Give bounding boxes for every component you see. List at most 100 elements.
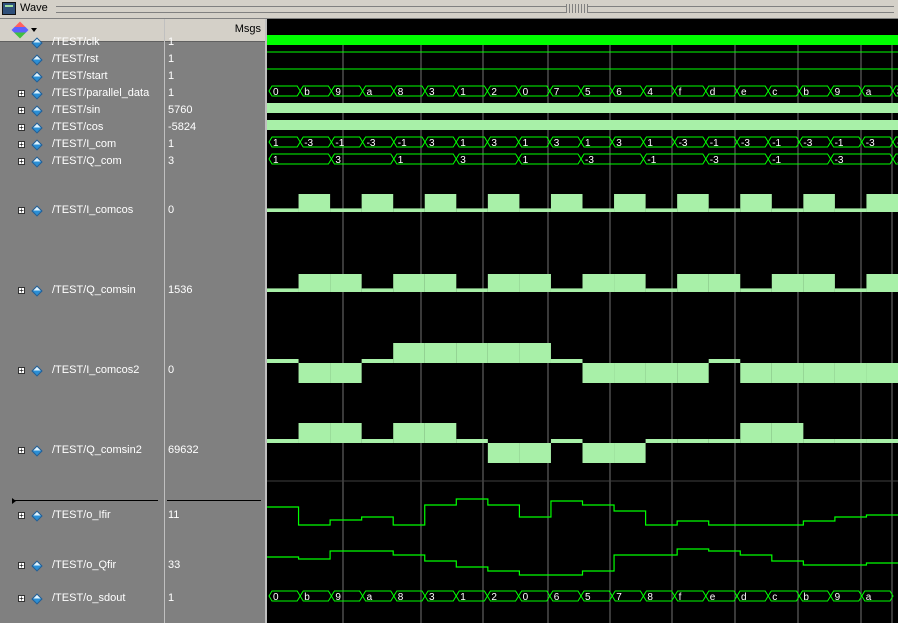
q-com-label: 3 (335, 155, 341, 166)
o-sdout-label: 9 (835, 592, 841, 603)
q-comsin-block (803, 274, 835, 292)
expand-icon[interactable]: + (18, 562, 25, 570)
expand-icon[interactable]: + (18, 107, 25, 115)
chevron-down-icon (31, 28, 37, 32)
expand-icon[interactable]: + (18, 287, 25, 295)
o-sdout-label: d (741, 592, 747, 603)
signal-row-o-ifir[interactable]: + /TEST/o_Ifir (0, 508, 164, 524)
signal-row-o-qfir[interactable]: + /TEST/o_Qfir (0, 558, 164, 574)
q-comsin2-block (803, 439, 835, 443)
parallel-data-label: 1 (460, 87, 466, 98)
signal-name: /TEST/rst (52, 53, 99, 65)
signal-name: /TEST/o_Ifir (52, 509, 111, 521)
i-comcos-block (298, 194, 331, 212)
clk-waveform (267, 35, 898, 45)
i-comcos2-block (330, 363, 362, 383)
q-comsin2-block (487, 443, 520, 463)
q-com-label: -3 (710, 155, 719, 166)
q-comsin-block (866, 274, 898, 292)
signal-value-parallel-data: 1 (168, 87, 175, 99)
q-comsin2-block (456, 439, 488, 443)
i-comcos-block (330, 208, 362, 212)
signal-value-i-com: 1 (168, 138, 175, 150)
divider-line (167, 500, 261, 501)
parallel-data-label: 4 (647, 87, 653, 98)
signal-value-q-com: 3 (168, 155, 175, 167)
q-comsin2-block (614, 443, 646, 463)
i-com-label: -3 (679, 138, 688, 149)
i-com-label: 3 (429, 138, 435, 149)
title-bar-grip-handle[interactable] (566, 4, 588, 13)
parallel-data-label: 0 (523, 87, 529, 98)
q-comsin-block (330, 274, 362, 292)
signal-row-i-comcos2[interactable]: + /TEST/I_comcos2 (0, 363, 164, 379)
q-comsin-block (550, 288, 583, 292)
signal-diamond-icon (31, 205, 43, 217)
i-com-label: -3 (741, 138, 750, 149)
signal-value-pane: Msgs 1 1 1 1 5760 -5824 1 3 0 1536 0 69632 11 33 1 (165, 19, 265, 623)
i-com-label: -1 (398, 138, 407, 149)
q-comsin2-block (550, 439, 583, 443)
wave-window-icon (2, 2, 16, 15)
window-title-bar[interactable]: Wave (0, 0, 898, 19)
signal-value-clk: 1 (168, 36, 175, 48)
signal-row-q-com[interactable]: + /TEST/Q_com (0, 154, 164, 170)
expand-icon[interactable]: + (18, 512, 25, 520)
signal-diamond-icon (31, 37, 43, 49)
expand-icon[interactable]: + (18, 141, 25, 149)
waveform-canvas[interactable]: 0 b 9 a 8 3 1 2 0 7 5 6 4 f d e c b 9 a 8 1 -3 -1 -3 -1 3 1 3 1 3 1 3 1 -3… (267, 19, 898, 623)
i-com-label: 3 (554, 138, 560, 149)
q-com-label: 1 (273, 155, 279, 166)
expand-icon[interactable]: + (18, 90, 25, 98)
signal-row-start[interactable]: /TEST/start (0, 69, 164, 85)
expand-icon[interactable]: + (18, 447, 25, 455)
q-comsin2-block (519, 443, 551, 463)
i-comcos2-block (361, 359, 394, 363)
signal-row-sin[interactable]: + /TEST/sin (0, 103, 164, 119)
expand-icon[interactable]: + (18, 367, 25, 375)
i-com-label: 1 (273, 138, 279, 149)
waveform-pane[interactable]: 0 b 9 a 8 3 1 2 0 7 5 6 4 f d e c b 9 a 8 1 -3 -1 -3 -1 3 1 3 1 3 1 3 1 -3… (267, 19, 898, 623)
o-sdout-label: 1 (460, 592, 466, 603)
i-com-label: 1 (523, 138, 529, 149)
i-comcos2-block (267, 359, 299, 363)
q-comsin-block (393, 274, 425, 292)
divider-marker (12, 498, 16, 504)
i-comcos-block (740, 194, 772, 212)
i-com-label: -1 (710, 138, 719, 149)
signal-row-cos[interactable]: + /TEST/cos (0, 120, 164, 136)
i-comcos-block (866, 194, 898, 212)
signal-name-pane: /TEST/clk/TEST/rst/TEST/start + /TEST/para… (0, 19, 164, 623)
signal-value-i-comcos2: 0 (168, 364, 175, 376)
signal-name: /TEST/start (52, 70, 108, 82)
expand-icon[interactable]: + (18, 595, 25, 603)
sin-waveform (267, 103, 898, 113)
i-comcos-block (708, 208, 741, 212)
signal-value-o-qfir: 33 (168, 559, 181, 571)
signal-row-i-comcos[interactable]: + /TEST/I_comcos (0, 203, 164, 219)
parallel-data-label: d (710, 87, 716, 98)
i-comcos2-block (677, 363, 709, 383)
signal-row-parallel-data[interactable]: + /TEST/parallel_data (0, 86, 164, 102)
signal-name: /TEST/parallel_data (52, 87, 150, 99)
signal-row-clk[interactable]: /TEST/clk (0, 35, 164, 51)
signal-row-q-comsin[interactable]: + /TEST/Q_comsin (0, 283, 164, 299)
o-ifir-waveform (267, 498, 898, 526)
q-comsin-block (740, 288, 772, 292)
signal-row-o-sdout[interactable]: + /TEST/o_sdout (0, 591, 164, 607)
signal-row-q-comsin2[interactable]: + /TEST/Q_comsin2 (0, 443, 164, 459)
signal-row-rst[interactable]: /TEST/rst (0, 52, 164, 68)
expand-icon[interactable]: + (18, 124, 25, 132)
signal-row-i-com[interactable]: + /TEST/I_com (0, 137, 164, 153)
signal-name: /TEST/o_Qfir (52, 559, 117, 571)
q-comsin-block (834, 288, 867, 292)
divider-line (14, 500, 158, 501)
expand-icon[interactable]: + (18, 158, 25, 166)
parallel-data-label: 2 (491, 87, 497, 98)
i-com-label: 1 (585, 138, 591, 149)
expand-icon[interactable]: + (18, 207, 25, 215)
q-comsin2-block (330, 423, 362, 443)
parallel-data-label: c (772, 87, 777, 98)
o-sdout-label: 9 (335, 592, 341, 603)
signal-diamond-icon (31, 156, 43, 168)
